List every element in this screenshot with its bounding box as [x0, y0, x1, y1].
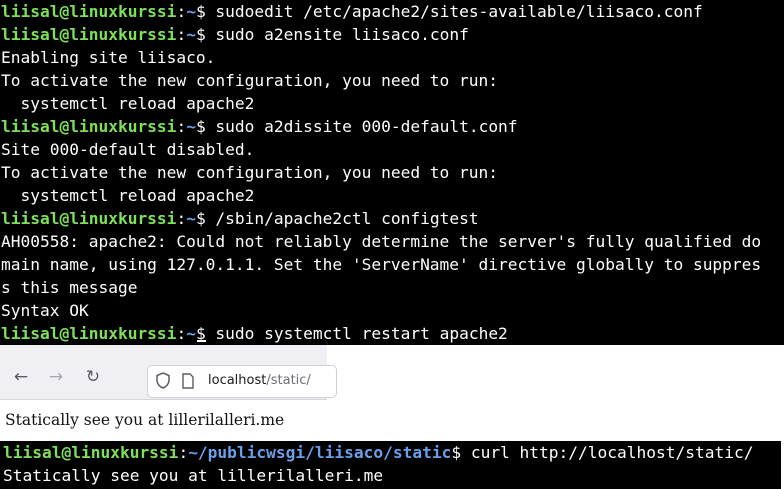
browser-toolbar: ← → ↻ localhost/static/ — [0, 345, 337, 400]
prompt-command: sudo a2dissite 000-default.conf — [205, 117, 518, 136]
url-path: /static/ — [266, 373, 311, 388]
prompt-path: ~ — [186, 117, 196, 136]
prompt-dollar: $ — [451, 443, 462, 462]
arrow-left-icon[interactable]: ← — [9, 365, 33, 389]
terminal-output-line: Syntax OK — [1, 301, 89, 320]
prompt-path: ~ — [186, 209, 196, 228]
prompt-user: liisal@linuxkurssi — [1, 25, 177, 44]
prompt-command: /sbin/apache2ctl configtest — [205, 209, 479, 228]
url-bar[interactable]: localhost/static/ — [147, 365, 337, 398]
terminal-output-line: main name, using 127.0.1.1. Set the 'Ser… — [1, 255, 762, 274]
prompt-user: liisal@linuxkurssi — [1, 324, 177, 343]
prompt-path: ~ — [186, 324, 196, 343]
prompt-separator: : — [176, 117, 187, 136]
prompt-path: ~/publicwsgi/liisaco/static — [188, 443, 452, 462]
shield-icon[interactable] — [156, 372, 170, 389]
terminal-output-line: s this message — [1, 278, 138, 297]
prompt-dollar: $ — [195, 209, 206, 228]
page-icon[interactable] — [182, 373, 194, 389]
arrow-right-icon[interactable]: → — [44, 365, 68, 389]
terminal-prompt-line: liisal@linuxkurssi:~$ sudoedit /etc/apac… — [0, 0, 784, 23]
prompt-user: liisal@linuxkurssi — [1, 209, 177, 228]
prompt-user: liisal@linuxkurssi — [1, 117, 177, 136]
terminal-output-line: Site 000-default disabled. — [1, 140, 255, 159]
prompt-command: sudo a2ensite liisaco.conf — [205, 25, 469, 44]
reload-icon[interactable]: ↻ — [81, 365, 105, 389]
page-content: Statically see you at lillerilalleri.me — [5, 411, 285, 429]
browser-window: ← → ↻ localhost/static/ Statically see y… — [0, 345, 337, 440]
prompt-separator: : — [176, 324, 187, 343]
prompt-command: curl http://localhost/static/ — [461, 443, 754, 462]
terminal-bottom[interactable]: liisal@linuxkurssi:~/publicwsgi/liisaco/… — [0, 441, 781, 489]
terminal-prompt-line: liisal@linuxkurssi:~$ sudo a2dissite 000… — [0, 115, 784, 138]
prompt-separator: : — [176, 25, 187, 44]
terminal-output-line: systemctl reload apache2 — [1, 186, 255, 205]
prompt-dollar: $ — [195, 2, 206, 21]
prompt-separator: : — [178, 443, 189, 462]
prompt-dollar: $ — [195, 25, 206, 44]
terminal-top[interactable]: liisal@linuxkurssi:~$ sudoedit /etc/apac… — [0, 0, 784, 345]
prompt-separator: : — [176, 2, 187, 21]
terminal-output-line: To activate the new configuration, you n… — [1, 71, 499, 90]
prompt-dollar: $ — [195, 117, 206, 136]
terminal-cursor — [196, 340, 206, 342]
prompt-path: ~ — [186, 25, 196, 44]
terminal-output-line: To activate the new configuration, you n… — [1, 163, 499, 182]
terminal-prompt-line: liisal@linuxkurssi:~/publicwsgi/liisaco/… — [2, 441, 781, 464]
prompt-command: sudo systemctl restart apache2 — [205, 324, 508, 343]
terminal-output-line: systemctl reload apache2 — [1, 94, 255, 113]
terminal-output-line: Statically see you at lillerilalleri.me — [3, 466, 384, 485]
url-host: localhost — [208, 373, 267, 388]
prompt-user: liisal@linuxkurssi — [1, 2, 177, 21]
url-text: localhost/static/ — [208, 373, 311, 388]
terminal-prompt-line: liisal@linuxkurssi:~$ /sbin/apache2ctl c… — [0, 207, 784, 230]
prompt-user: liisal@linuxkurssi — [3, 443, 179, 462]
terminal-output-line: Enabling site liisaco. — [1, 48, 216, 67]
prompt-command: sudoedit /etc/apache2/sites-available/li… — [205, 2, 703, 21]
terminal-output-line: AH00558: apache2: Could not reliably det… — [1, 232, 762, 251]
prompt-path: ~ — [186, 2, 196, 21]
prompt-separator: : — [176, 209, 187, 228]
terminal-prompt-line: liisal@linuxkurssi:~$ sudo systemctl res… — [0, 322, 784, 345]
terminal-prompt-line: liisal@linuxkurssi:~$ sudo a2ensite liis… — [0, 23, 784, 46]
